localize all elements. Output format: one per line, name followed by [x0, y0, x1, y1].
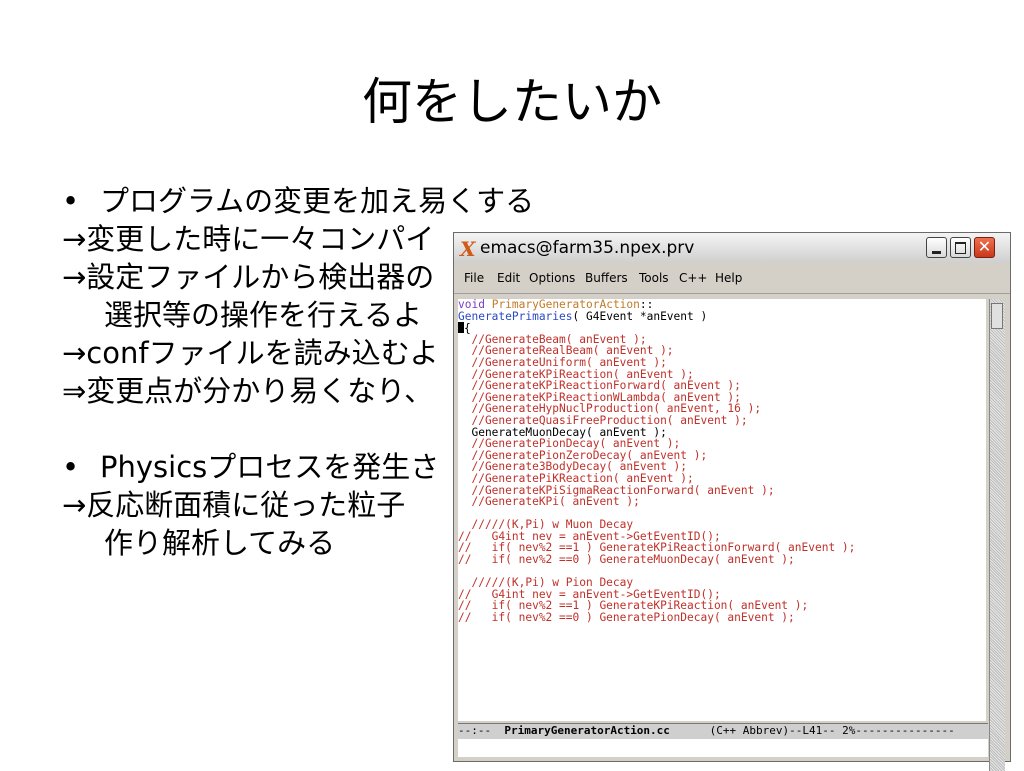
bullet-text: プログラムの変更を加え易くする — [100, 184, 535, 218]
function-args: ( G4Event *anEvent ) — [572, 309, 708, 323]
minimize-button[interactable] — [926, 237, 947, 258]
code-line: // if( nev%2 ==0 ) GenerateMuonDecay( an… — [458, 553, 795, 567]
function-name: GeneratePrimaries — [458, 309, 573, 323]
bullet-dot: • — [62, 184, 80, 218]
menu-help[interactable]: Help — [715, 271, 742, 285]
code-line: //GenerateKPiReactionForward( anEvent ); — [458, 379, 741, 393]
bullet-item: • プログラムの変更を加え易くする — [62, 182, 1022, 220]
bullet-dot: • — [62, 450, 80, 484]
menu-options[interactable]: Options — [529, 271, 575, 285]
minibuffer[interactable] — [458, 739, 988, 757]
mode-line: --:-- PrimaryGeneratorAction.cc (C++ Abb… — [458, 723, 988, 739]
modeline-prefix: --:-- — [458, 724, 505, 737]
modeline-status: (C++ Abbrev)--L41-- 2%--------------- — [669, 724, 955, 737]
code-line: //GenerateUniform( anEvent ); — [458, 355, 667, 369]
vertical-scrollbar[interactable] — [989, 299, 1005, 771]
menu-cpp[interactable]: C++ — [679, 271, 708, 285]
code-editor[interactable]: void PrimaryGeneratorAction:: GeneratePr… — [458, 299, 986, 721]
code-line: //GenerateKPi( anEvent ); — [458, 495, 640, 509]
window-titlebar[interactable]: X emacs@farm35.npex.prv ✕ — [454, 233, 1010, 264]
code-line: //GenerateQuasiFreeProduction( anEvent )… — [458, 413, 748, 427]
bullet-text: Physicsプロセスを発生さ — [100, 450, 440, 484]
menu-bar: File Edit Options Buffers Tools C++ Help — [454, 263, 1010, 294]
emacs-window: X emacs@farm35.npex.prv ✕ File Edit Opti… — [453, 232, 1011, 771]
scroll-thumb[interactable] — [991, 303, 1003, 329]
close-icon: ✕ — [977, 237, 992, 256]
menu-buffers[interactable]: Buffers — [585, 271, 628, 285]
modeline-buffer-name: PrimaryGeneratorAction.cc — [504, 724, 670, 737]
code-line: //GeneratePionDecay( anEvent ); — [458, 437, 681, 451]
code-line: // if( nev%2 ==0 ) GeneratePionDecay( an… — [458, 611, 795, 625]
x-logo-icon: X — [460, 237, 476, 261]
menu-tools[interactable]: Tools — [639, 271, 669, 285]
menu-file[interactable]: File — [464, 271, 484, 285]
minibuffer-scrollbar[interactable] — [989, 739, 1005, 757]
close-button[interactable]: ✕ — [974, 237, 995, 258]
window-title: emacs@farm35.npex.prv — [480, 238, 695, 258]
code-line: GeneratePrimaries( G4Event *anEvent ) — [458, 309, 986, 323]
slide-title: 何をしたいか — [362, 73, 662, 131]
code-line: //GeneratePiKReaction( anEvent ); — [458, 471, 694, 485]
maximize-button[interactable] — [950, 237, 971, 258]
menu-edit[interactable]: Edit — [497, 271, 520, 285]
